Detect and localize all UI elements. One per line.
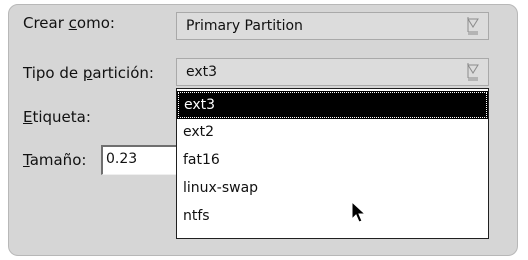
chevron-down-icon[interactable] [465, 16, 481, 36]
dropdown-option-fat16[interactable]: fat16 [178, 148, 487, 174]
partition-type-dropdown: ext3 ext2 fat16 linux-swap ntfs [176, 88, 489, 239]
crear-como-combo[interactable]: Primary Partition [176, 12, 489, 40]
chevron-down-icon[interactable] [465, 62, 481, 82]
arrow-pointer-icon [351, 201, 367, 223]
crear-como-label: Crear como: [23, 14, 115, 32]
dropdown-option-ext2[interactable]: ext2 [178, 120, 487, 146]
tamano-value: 0.23 [106, 151, 138, 167]
crear-como-value: Primary Partition [186, 18, 303, 34]
tamano-label: Tamaño: [23, 151, 87, 169]
dropdown-option-linux-swap[interactable]: linux-swap [178, 176, 487, 202]
dropdown-option-ntfs[interactable]: ntfs [178, 204, 487, 230]
tipo-particion-combo[interactable]: ext3 [176, 58, 489, 86]
tipo-particion-value: ext3 [186, 64, 218, 80]
etiqueta-label: Etiqueta: [23, 108, 91, 126]
tamano-input[interactable]: 0.23 [101, 145, 185, 175]
dropdown-option-ext3[interactable]: ext3 [177, 91, 488, 119]
tipo-particion-label: Tipo de partición: [23, 64, 154, 82]
